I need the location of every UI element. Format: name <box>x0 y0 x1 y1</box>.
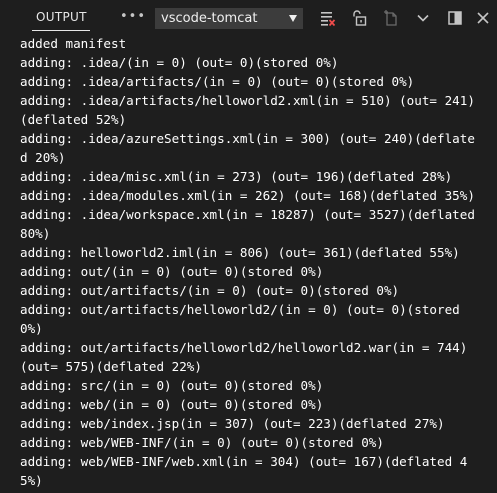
panel-header: OUTPUT ••• vscode-tomcat <box>0 0 497 37</box>
log-line: adding: web/index.jsp(in = 307) (out= 22… <box>20 416 445 431</box>
lock-scroll-icon[interactable] <box>350 9 368 27</box>
output-log[interactable]: added manifest adding: .idea/(in = 0) (ou… <box>20 34 480 490</box>
output-channel-selected: vscode-tomcat <box>161 11 258 26</box>
log-line: adding: web/WEB-INF/(in = 0) (out= 0)(st… <box>20 435 384 450</box>
log-line: adding: out/(in = 0) (out= 0)(stored 0%) <box>20 264 324 279</box>
tab-output[interactable]: OUTPUT <box>36 10 87 24</box>
log-line: adding: .idea/artifacts/(in = 0) (out= 0… <box>20 74 415 89</box>
log-line: adding: .idea/(in = 0) (out= 0)(stored 0… <box>20 55 339 70</box>
active-tab-indicator <box>32 30 90 31</box>
log-line: adding: .idea/workspace.xml(in = 18287) … <box>20 207 483 241</box>
dropdown-arrow-icon <box>289 15 297 22</box>
close-icon[interactable] <box>474 9 492 27</box>
log-line: adding: .idea/azureSettings.xml(in = 300… <box>20 131 475 165</box>
output-panel: OUTPUT ••• vscode-tomcat added manifest … <box>0 0 497 493</box>
log-line: adding: out/artifacts/helloworld2/(in = … <box>20 302 468 336</box>
log-line: adding: helloworld2.iml(in = 806) (out= … <box>20 245 460 260</box>
log-line: added manifest <box>20 36 127 51</box>
chevron-down-icon[interactable] <box>414 9 432 27</box>
more-actions-icon[interactable]: ••• <box>120 5 145 29</box>
output-channel-select[interactable]: vscode-tomcat <box>155 8 303 29</box>
log-line: adding: .idea/modules.xml(in = 262) (out… <box>20 188 475 203</box>
log-line: adding: .idea/artifacts/helloworld2.xml(… <box>20 93 475 127</box>
output-scrollbar[interactable] <box>483 37 497 493</box>
log-line: adding: out/artifacts/(in = 0) (out= 0)(… <box>20 283 400 298</box>
open-log-file-icon[interactable] <box>383 9 401 27</box>
log-line: adding: web/WEB-INF/web.xml(in = 304) (o… <box>20 454 468 488</box>
log-line: adding: src/(in = 0) (out= 0)(stored 0%) <box>20 378 324 393</box>
clear-output-icon[interactable] <box>319 9 337 27</box>
maximize-panel-icon[interactable] <box>446 9 464 27</box>
log-line: adding: out/artifacts/helloworld2/hellow… <box>20 340 475 374</box>
log-line: adding: web/(in = 0) (out= 0)(stored 0%) <box>20 397 324 412</box>
log-line: adding: .idea/misc.xml(in = 273) (out= 1… <box>20 169 453 184</box>
